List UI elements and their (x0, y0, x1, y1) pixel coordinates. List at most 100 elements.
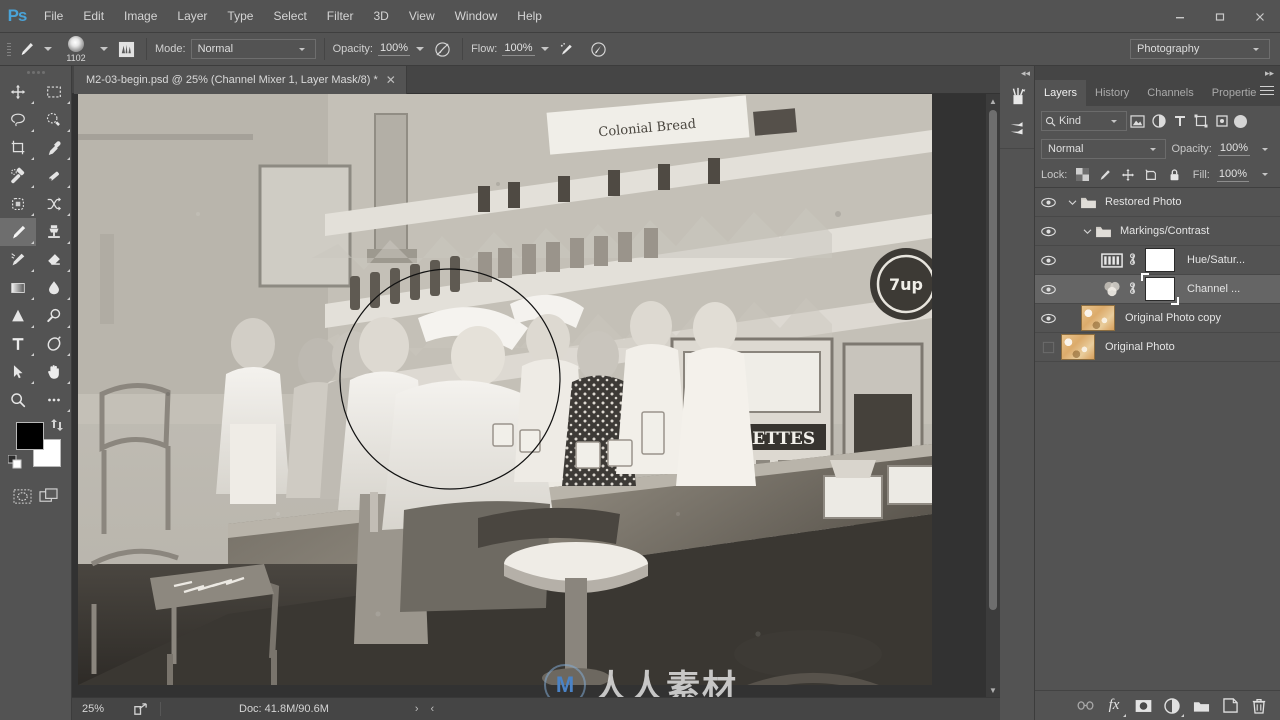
shuffle-tool[interactable] (36, 190, 72, 218)
tab-properties[interactable]: Propertie (1203, 80, 1266, 106)
filter-pixel-layers-button[interactable] (1127, 110, 1148, 132)
close-icon[interactable]: ✕ (386, 74, 396, 86)
menu-filter[interactable]: Filter (317, 0, 364, 33)
add-layer-mask-button[interactable] (1134, 697, 1152, 715)
fill-value[interactable]: 100% (1216, 168, 1249, 182)
burn-tool[interactable] (36, 302, 72, 330)
layer-opacity-value[interactable]: 100% (1217, 142, 1250, 156)
canvas-vertical-scrollbar[interactable]: ▲ ▼ (986, 94, 1000, 697)
lock-position-icon[interactable] (1120, 167, 1136, 183)
layer-name[interactable]: Channel ... (1187, 283, 1240, 295)
blend-mode-dropdown[interactable]: Normal (190, 39, 316, 59)
history-brush-tool[interactable] (0, 246, 36, 274)
status-prev-icon[interactable]: ‹ (425, 703, 441, 715)
delete-layer-button[interactable] (1250, 697, 1268, 715)
menu-window[interactable]: Window (445, 0, 508, 33)
layer-visibility-toggle[interactable] (1035, 304, 1061, 333)
layer-mask-thumbnail[interactable] (1145, 248, 1175, 272)
opacity-chevron-icon[interactable] (1262, 147, 1268, 151)
menu-view[interactable]: View (399, 0, 445, 33)
tab-history[interactable]: History (1086, 80, 1138, 106)
group-disclosure-icon[interactable] (1065, 199, 1079, 206)
layer-name[interactable]: Original Photo (1105, 341, 1175, 353)
layer-style-button[interactable]: fx (1105, 697, 1126, 717)
move-tool[interactable] (0, 78, 36, 106)
layer-row-hue-saturation[interactable]: Hue/Satur... (1035, 246, 1280, 275)
tab-layers[interactable]: Layers (1035, 80, 1087, 106)
new-adjustment-layer-button[interactable] (1163, 697, 1184, 717)
dock-collapse-row[interactable]: ▸▸ (1035, 66, 1280, 80)
rectangular-marquee-tool[interactable] (36, 78, 72, 106)
menu-edit[interactable]: Edit (73, 0, 114, 33)
mask-link-icon[interactable] (1125, 252, 1139, 269)
status-next-icon[interactable]: › (409, 703, 425, 715)
scroll-up-icon[interactable]: ▲ (986, 94, 1000, 108)
layer-row-channel-mixer[interactable]: Channel ... (1035, 273, 1280, 305)
menu-3d[interactable]: 3D (363, 0, 398, 33)
object-selection-tool[interactable] (0, 190, 36, 218)
swap-colors-icon[interactable] (50, 418, 64, 435)
spot-healing-brush-tool[interactable] (0, 162, 36, 190)
clone-stamp-tool[interactable] (36, 218, 72, 246)
screen-mode-button[interactable] (36, 484, 60, 508)
link-layers-button[interactable] (1076, 697, 1094, 715)
filter-adjustment-layers-button[interactable] (1148, 110, 1169, 132)
minimize-button[interactable] (1160, 0, 1200, 33)
document-tab[interactable]: M2-03-begin.psd @ 25% (Channel Mixer 1, … (74, 66, 407, 94)
filter-toggle-switch[interactable] (1234, 114, 1247, 128)
lock-image-pixels-icon[interactable] (1097, 167, 1113, 183)
group-disclosure-icon[interactable] (1080, 228, 1094, 235)
layer-thumbnail[interactable] (1061, 334, 1095, 360)
foreground-color-swatch[interactable] (16, 422, 44, 450)
scrollbar-thumb[interactable] (989, 110, 997, 610)
tools-panel-grip[interactable] (0, 66, 71, 78)
menu-image[interactable]: Image (114, 0, 167, 33)
layer-visibility-toggle[interactable] (1035, 217, 1061, 246)
gradient-tool[interactable] (0, 274, 36, 302)
brush-preset-chevron-icon[interactable] (100, 47, 108, 51)
type-tool[interactable] (0, 330, 36, 358)
quick-mask-button[interactable] (11, 484, 35, 508)
filter-type-layers-button[interactable] (1169, 110, 1190, 132)
zoom-tool[interactable] (0, 386, 36, 414)
brush-tool[interactable] (0, 218, 36, 246)
mask-link-icon[interactable] (1125, 281, 1139, 298)
fill-chevron-icon[interactable] (1262, 173, 1268, 176)
document-canvas[interactable]: Colonial Bread 7up CIGARETTES (78, 94, 932, 685)
layer-name[interactable]: Original Photo copy (1125, 312, 1221, 324)
menu-layer[interactable]: Layer (167, 0, 217, 33)
scroll-down-icon[interactable]: ▼ (986, 683, 1000, 697)
flow-value[interactable]: 100% (502, 42, 535, 56)
layer-thumbnail[interactable] (1081, 305, 1115, 331)
menu-select[interactable]: Select (263, 0, 316, 33)
layer-visibility-toggle[interactable] (1035, 188, 1061, 217)
dodge-tool[interactable] (0, 302, 36, 330)
filter-shape-layers-button[interactable] (1190, 110, 1211, 132)
close-button[interactable] (1240, 0, 1280, 33)
hue-saturation-icon[interactable] (1099, 252, 1125, 269)
eraser-tool[interactable] (36, 246, 72, 274)
eyedropper-tool[interactable] (36, 134, 72, 162)
layer-row-original-photo[interactable]: Original Photo (1035, 333, 1280, 362)
workspace-dropdown[interactable]: Photography (1130, 39, 1270, 59)
default-colors-icon[interactable] (7, 454, 22, 472)
patch-tool[interactable] (36, 162, 72, 190)
share-button[interactable] (128, 697, 152, 720)
layer-name[interactable]: Restored Photo (1105, 196, 1181, 208)
layer-name[interactable]: Hue/Satur... (1187, 254, 1245, 266)
pen-tool[interactable] (36, 330, 72, 358)
zoom-level[interactable]: 25% (82, 703, 128, 715)
workspace-switcher[interactable]: Photography (1130, 39, 1270, 59)
edit-toolbar-button[interactable] (36, 386, 72, 414)
layer-name[interactable]: Markings/Contrast (1120, 225, 1209, 237)
quick-selection-tool[interactable] (36, 106, 72, 134)
opacity-pressure-button[interactable] (430, 37, 454, 61)
canvas-area[interactable]: Colonial Bread 7up CIGARETTES ▲ ▼ (72, 94, 1000, 697)
lock-transparent-pixels-icon[interactable] (1074, 167, 1090, 183)
brush-settings-panel-button[interactable] (114, 37, 138, 61)
current-tool-icon[interactable] (14, 38, 38, 60)
maximize-button[interactable] (1200, 0, 1240, 33)
expand-panels-icon[interactable]: ◂◂ (1000, 66, 1034, 80)
crop-tool[interactable] (0, 134, 36, 162)
menu-file[interactable]: File (34, 0, 73, 33)
